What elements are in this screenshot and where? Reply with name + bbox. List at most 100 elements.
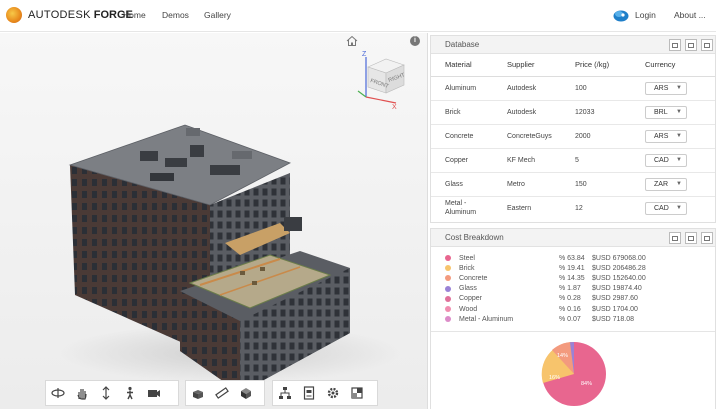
settings-button[interactable] bbox=[321, 381, 345, 405]
table-row[interactable]: Metal - Aluminum Eastern 12 CAD ▼ bbox=[431, 196, 715, 220]
dolly-icon bbox=[102, 386, 110, 400]
camera-button[interactable] bbox=[142, 381, 166, 405]
currency-value: BRL bbox=[654, 108, 668, 116]
currency-value: CAD bbox=[654, 156, 669, 164]
cost-legend: Steel % 63.84 $USD 679068.00 Brick % 19.41 $… bbox=[431, 247, 715, 324]
cell-price[interactable]: 2000 bbox=[561, 124, 631, 149]
cost-breakdown-panel: Cost Breakdown Steel % 63.84 $USD 679068.0… bbox=[430, 228, 716, 409]
measure-button[interactable] bbox=[210, 381, 234, 405]
legend-item: Brick % 19.41 $USD 206486.28 bbox=[431, 263, 715, 273]
navigation-toolbar bbox=[45, 380, 179, 406]
legend-percent: % 0.28 bbox=[559, 295, 581, 303]
cost-pie-chart[interactable]: 84% 16% 14% bbox=[539, 339, 609, 409]
table-header-row: Material Supplier Price (/kg) Currency bbox=[431, 54, 715, 77]
legend-label: Brick bbox=[459, 264, 475, 272]
legend-swatch bbox=[445, 265, 451, 272]
legend-item: Steel % 63.84 $USD 679068.00 bbox=[431, 253, 715, 263]
database-panel-title: Database bbox=[445, 40, 480, 49]
cell-price[interactable]: 12 bbox=[561, 196, 631, 220]
section-button[interactable] bbox=[234, 381, 258, 405]
camera-icon bbox=[148, 390, 160, 397]
database-lock-button[interactable] bbox=[669, 39, 681, 51]
cell-material: Brick bbox=[431, 100, 493, 125]
login-label: Login bbox=[635, 10, 656, 20]
3d-viewer[interactable]: i FRONT RIGHT Z X bbox=[0, 33, 428, 409]
currency-select[interactable]: BRL ▼ bbox=[645, 105, 687, 119]
cell-material: Aluminum bbox=[431, 76, 493, 101]
legend-label: Wood bbox=[459, 305, 478, 313]
model-browser-button[interactable] bbox=[273, 381, 297, 405]
cell-supplier: KF Mech bbox=[493, 148, 561, 173]
lock-icon bbox=[672, 42, 678, 48]
explode-button[interactable] bbox=[186, 381, 210, 405]
cost-minimize-button[interactable] bbox=[685, 232, 697, 244]
zoom-tool-button[interactable] bbox=[94, 381, 118, 405]
currency-value: ARS bbox=[654, 84, 669, 92]
fullscreen-icon bbox=[351, 387, 363, 399]
divider bbox=[431, 331, 715, 332]
currency-select[interactable]: ARS ▼ bbox=[645, 129, 687, 143]
legend-label: Copper bbox=[459, 295, 482, 303]
table-row[interactable]: Concrete ConcreteGuys 2000 ARS ▼ bbox=[431, 124, 715, 149]
currency-select[interactable]: CAD ▼ bbox=[645, 201, 687, 215]
orbit-icon bbox=[51, 388, 65, 398]
pan-tool-button[interactable] bbox=[70, 381, 94, 405]
cell-material: Metal - Aluminum bbox=[445, 200, 477, 217]
legend-percent: % 0.07 bbox=[559, 315, 581, 323]
minimize-icon bbox=[688, 235, 694, 241]
orbit-tool-button[interactable] bbox=[46, 381, 70, 405]
nav-demos-link[interactable]: Demos bbox=[162, 10, 189, 20]
table-row[interactable]: Aluminum Autodesk 100 ARS ▼ bbox=[431, 76, 715, 101]
database-minimize-button[interactable] bbox=[685, 39, 697, 51]
cost-lock-button[interactable] bbox=[669, 232, 681, 244]
autodesk-forge-logo[interactable]: AUTODESK FORGE bbox=[6, 7, 133, 23]
chevron-down-icon: ▼ bbox=[676, 133, 682, 139]
cell-price[interactable]: 150 bbox=[561, 172, 631, 197]
settings-toolbar bbox=[272, 380, 378, 406]
login-button[interactable]: Login bbox=[613, 8, 656, 22]
nav-gallery-link[interactable]: Gallery bbox=[204, 10, 231, 20]
table-row[interactable]: Copper KF Mech 5 CAD ▼ bbox=[431, 148, 715, 173]
legend-percent: % 14.35 bbox=[559, 274, 585, 282]
currency-value: ZAR bbox=[654, 180, 668, 188]
gear-icon bbox=[327, 387, 339, 399]
currency-value: CAD bbox=[654, 204, 669, 212]
nav-home-link[interactable]: Home bbox=[123, 10, 146, 20]
database-table: Material Supplier Price (/kg) Currency A… bbox=[431, 54, 715, 220]
currency-value: ARS bbox=[654, 132, 669, 140]
logo-text-autodesk: AUTODESK bbox=[28, 9, 91, 21]
building-model[interactable] bbox=[0, 33, 428, 409]
lock-icon bbox=[672, 235, 678, 241]
hand-icon bbox=[77, 389, 87, 400]
person-icon bbox=[127, 386, 133, 400]
table-row[interactable]: Brick Autodesk 12033 BRL ▼ bbox=[431, 100, 715, 125]
cost-panel-title: Cost Breakdown bbox=[445, 233, 504, 242]
chevron-down-icon: ▼ bbox=[676, 109, 682, 115]
chevron-down-icon: ▼ bbox=[676, 205, 682, 212]
legend-label: Metal - Aluminum bbox=[459, 315, 514, 323]
column-header-supplier: Supplier bbox=[493, 54, 561, 77]
cost-maximize-button[interactable] bbox=[701, 232, 713, 244]
legend-swatch bbox=[445, 255, 451, 262]
database-maximize-button[interactable] bbox=[701, 39, 713, 51]
cell-price[interactable]: 12033 bbox=[561, 100, 631, 125]
hierarchy-icon bbox=[279, 387, 291, 399]
chevron-down-icon: ▼ bbox=[676, 85, 682, 91]
first-person-button[interactable] bbox=[118, 381, 142, 405]
fullscreen-button[interactable] bbox=[345, 381, 369, 405]
currency-select[interactable]: ARS ▼ bbox=[645, 81, 687, 95]
legend-item: Concrete % 14.35 $USD 152640.00 bbox=[431, 273, 715, 283]
legend-label: Steel bbox=[459, 254, 475, 262]
currency-select[interactable]: CAD ▼ bbox=[645, 153, 687, 167]
ruler-icon bbox=[215, 387, 229, 399]
legend-item: Metal - Aluminum % 0.07 $USD 718.08 bbox=[431, 314, 715, 324]
properties-button[interactable] bbox=[297, 381, 321, 405]
table-row[interactable]: Glass Metro 150 ZAR ▼ bbox=[431, 172, 715, 197]
legend-swatch bbox=[445, 316, 451, 323]
cell-supplier: ConcreteGuys bbox=[493, 124, 561, 149]
cell-price[interactable]: 100 bbox=[561, 76, 631, 101]
currency-select[interactable]: ZAR ▼ bbox=[645, 177, 687, 191]
cell-price[interactable]: 5 bbox=[561, 148, 631, 173]
legend-swatch bbox=[445, 306, 451, 313]
about-menu[interactable]: About ... bbox=[674, 10, 706, 20]
